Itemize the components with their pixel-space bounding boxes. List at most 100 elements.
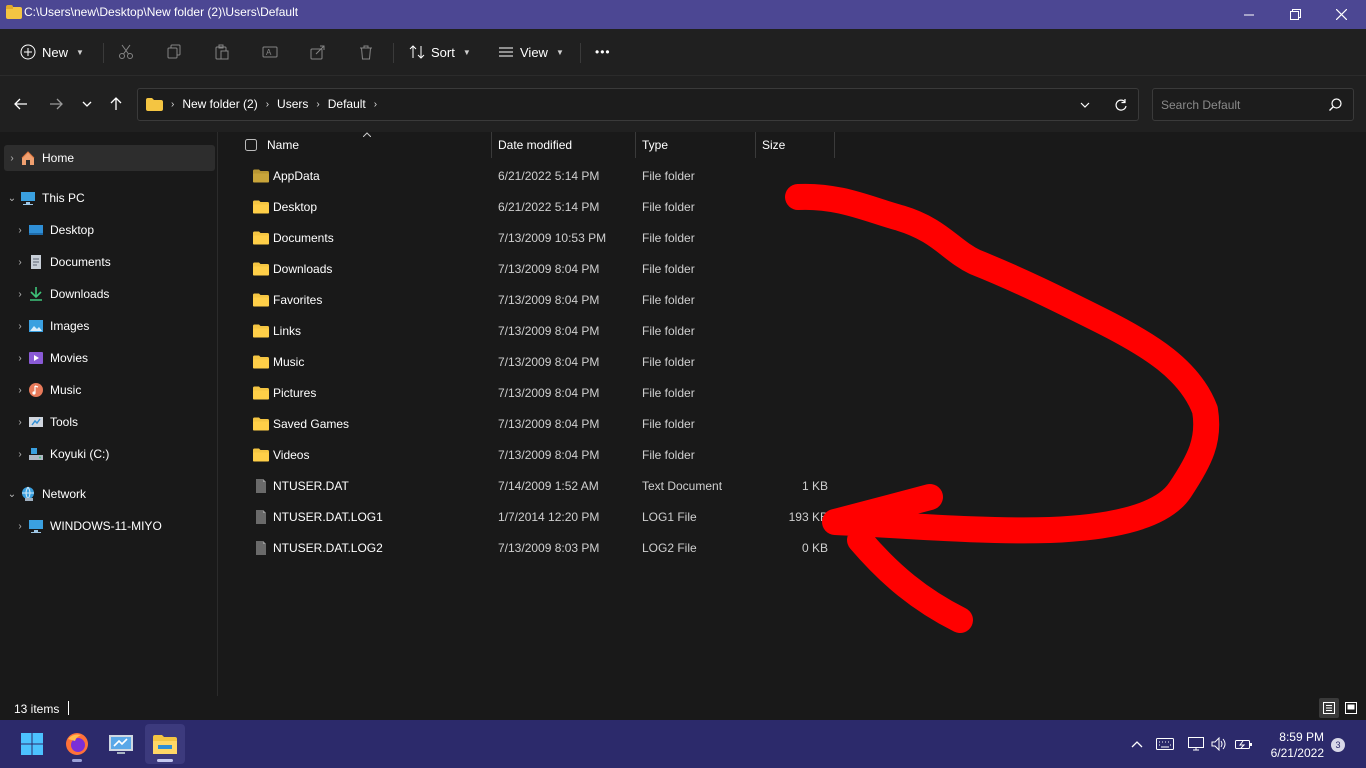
- rename-button[interactable]: A: [262, 37, 278, 67]
- chevron-right-icon[interactable]: ›: [12, 289, 28, 300]
- refresh-button[interactable]: [1109, 95, 1131, 115]
- arrow-right-icon: [50, 98, 63, 110]
- search-icon: [1329, 98, 1342, 111]
- details-view-button[interactable]: [1319, 698, 1339, 718]
- control-panel-button[interactable]: [101, 724, 141, 764]
- chevron-right-icon[interactable]: ›: [12, 521, 28, 532]
- view-button[interactable]: View ▼: [498, 37, 564, 67]
- more-options-button[interactable]: •••: [595, 37, 611, 67]
- column-header-type[interactable]: Type: [642, 132, 668, 158]
- sidebar-item-tools[interactable]: › Tools: [12, 409, 215, 435]
- sidebar-item-documents[interactable]: › Documents: [12, 249, 215, 275]
- file-explorer-button[interactable]: [145, 724, 185, 764]
- file-date-modified: 7/13/2009 10:53 PM: [498, 231, 607, 245]
- battery-status[interactable]: [1234, 734, 1254, 754]
- chevron-down-icon: [1080, 102, 1090, 108]
- sidebar-item-downloads[interactable]: › Downloads: [12, 281, 215, 307]
- maximize-button[interactable]: [1272, 0, 1318, 29]
- column-divider[interactable]: [755, 132, 756, 158]
- delete-button[interactable]: [358, 37, 374, 67]
- start-button[interactable]: [12, 724, 52, 764]
- file-row[interactable]: NTUSER.DAT.LOG2 7/13/2009 8:03 PM LOG2 Fil…: [243, 533, 1043, 564]
- column-header-date[interactable]: Date modified: [498, 132, 572, 158]
- file-row[interactable]: Links 7/13/2009 8:04 PM File folder: [243, 316, 1043, 347]
- file-row[interactable]: Documents 7/13/2009 10:53 PM File folder: [243, 223, 1043, 254]
- file-row[interactable]: NTUSER.DAT.LOG1 1/7/2014 12:20 PM LOG1 Fil…: [243, 502, 1043, 533]
- sidebar-item-drive-c[interactable]: › Koyuki (C:): [12, 441, 215, 467]
- show-hidden-icons-button[interactable]: [1127, 734, 1147, 754]
- network-status[interactable]: [1186, 734, 1206, 754]
- chevron-right-icon[interactable]: ›: [12, 417, 28, 428]
- chevron-right-icon[interactable]: ›: [4, 153, 20, 164]
- back-button[interactable]: [10, 94, 32, 114]
- address-history-button[interactable]: [1074, 95, 1096, 115]
- file-row[interactable]: Videos 7/13/2009 8:04 PM File folder: [243, 440, 1043, 471]
- sidebar-item-music[interactable]: › Music: [12, 377, 215, 403]
- breadcrumb-item[interactable]: New folder (2): [182, 97, 257, 111]
- chevron-right-icon[interactable]: ›: [12, 353, 28, 364]
- sidebar-item-images[interactable]: › Images: [12, 313, 215, 339]
- column-header-name[interactable]: Name: [267, 132, 299, 158]
- file-row[interactable]: Music 7/13/2009 8:04 PM File folder: [243, 347, 1043, 378]
- cut-button[interactable]: [118, 37, 134, 67]
- close-button[interactable]: [1318, 0, 1364, 29]
- input-indicator[interactable]: [1155, 734, 1175, 754]
- folder-icon: [253, 416, 269, 432]
- address-bar[interactable]: › New folder (2) › Users › Default ›: [137, 88, 1139, 121]
- sidebar-item-this-pc[interactable]: ⌄ This PC: [4, 185, 215, 211]
- file-name: Favorites: [273, 293, 323, 307]
- chevron-right-icon[interactable]: ›: [12, 257, 28, 268]
- sidebar-item-network[interactable]: ⌄ Network: [4, 481, 215, 507]
- file-row[interactable]: Downloads 7/13/2009 8:04 PM File folder: [243, 254, 1043, 285]
- sort-button[interactable]: Sort ▼: [409, 37, 471, 67]
- search-input[interactable]: Search Default: [1161, 98, 1240, 112]
- chevron-right-icon[interactable]: ›: [12, 385, 28, 396]
- sidebar-item-movies[interactable]: › Movies: [12, 345, 215, 371]
- file-name: Desktop: [273, 200, 318, 214]
- firefox-button[interactable]: [57, 724, 97, 764]
- forward-button[interactable]: [45, 94, 67, 114]
- file-row[interactable]: Saved Games 7/13/2009 8:04 PM File folder: [243, 409, 1043, 440]
- file-date-modified: 6/21/2022 5:14 PM: [498, 200, 600, 214]
- up-button[interactable]: [105, 94, 127, 114]
- breadcrumb-item[interactable]: Default: [328, 97, 366, 111]
- column-divider[interactable]: [834, 132, 835, 158]
- file-icon: [253, 540, 269, 556]
- control-panel-icon: [109, 735, 133, 754]
- file-row[interactable]: Favorites 7/13/2009 8:04 PM File folder: [243, 285, 1043, 316]
- folder-icon: [253, 323, 269, 339]
- view-label: View: [520, 44, 548, 60]
- notification-badge[interactable]: 3: [1331, 738, 1345, 752]
- copy-button[interactable]: [166, 37, 182, 67]
- file-row[interactable]: AppData 6/21/2022 5:14 PM File folder: [243, 161, 1043, 192]
- breadcrumb-item[interactable]: Users: [277, 97, 308, 111]
- chevron-down-icon[interactable]: ⌄: [4, 489, 20, 500]
- search-box[interactable]: Search Default: [1152, 88, 1354, 121]
- column-header-size[interactable]: Size: [762, 132, 785, 158]
- column-divider[interactable]: [635, 132, 636, 158]
- sidebar-item-home[interactable]: › Home: [4, 145, 215, 171]
- file-row[interactable]: NTUSER.DAT 7/14/2009 1:52 AM Text Document…: [243, 471, 1043, 502]
- divider: [393, 43, 394, 63]
- new-button[interactable]: New ▼: [20, 37, 84, 67]
- share-button[interactable]: [310, 37, 326, 67]
- sidebar-item-windows-11-miyo[interactable]: › WINDOWS-11-MIYO: [12, 513, 215, 539]
- select-all-checkbox[interactable]: [245, 132, 257, 158]
- chevron-right-icon: ›: [171, 98, 175, 110]
- system-clock[interactable]: 8:59 PM 6/21/2022: [1262, 729, 1324, 761]
- file-row[interactable]: Desktop 6/21/2022 5:14 PM File folder: [243, 192, 1043, 223]
- sidebar-item-desktop[interactable]: › Desktop: [12, 217, 215, 243]
- tiles-view-button[interactable]: [1341, 698, 1361, 718]
- chevron-right-icon[interactable]: ›: [12, 225, 28, 236]
- paste-button[interactable]: [214, 37, 230, 67]
- volume-control[interactable]: [1209, 734, 1229, 754]
- chevron-right-icon[interactable]: ›: [12, 321, 28, 332]
- file-row[interactable]: Pictures 7/13/2009 8:04 PM File folder: [243, 378, 1043, 409]
- checkbox-icon: [245, 139, 257, 151]
- chevron-right-icon[interactable]: ›: [12, 449, 28, 460]
- column-divider[interactable]: [491, 132, 492, 158]
- recent-locations-button[interactable]: [76, 94, 98, 114]
- chevron-down-icon[interactable]: ⌄: [4, 193, 20, 204]
- file-date-modified: 6/21/2022 5:14 PM: [498, 169, 600, 183]
- minimize-button[interactable]: [1226, 0, 1272, 29]
